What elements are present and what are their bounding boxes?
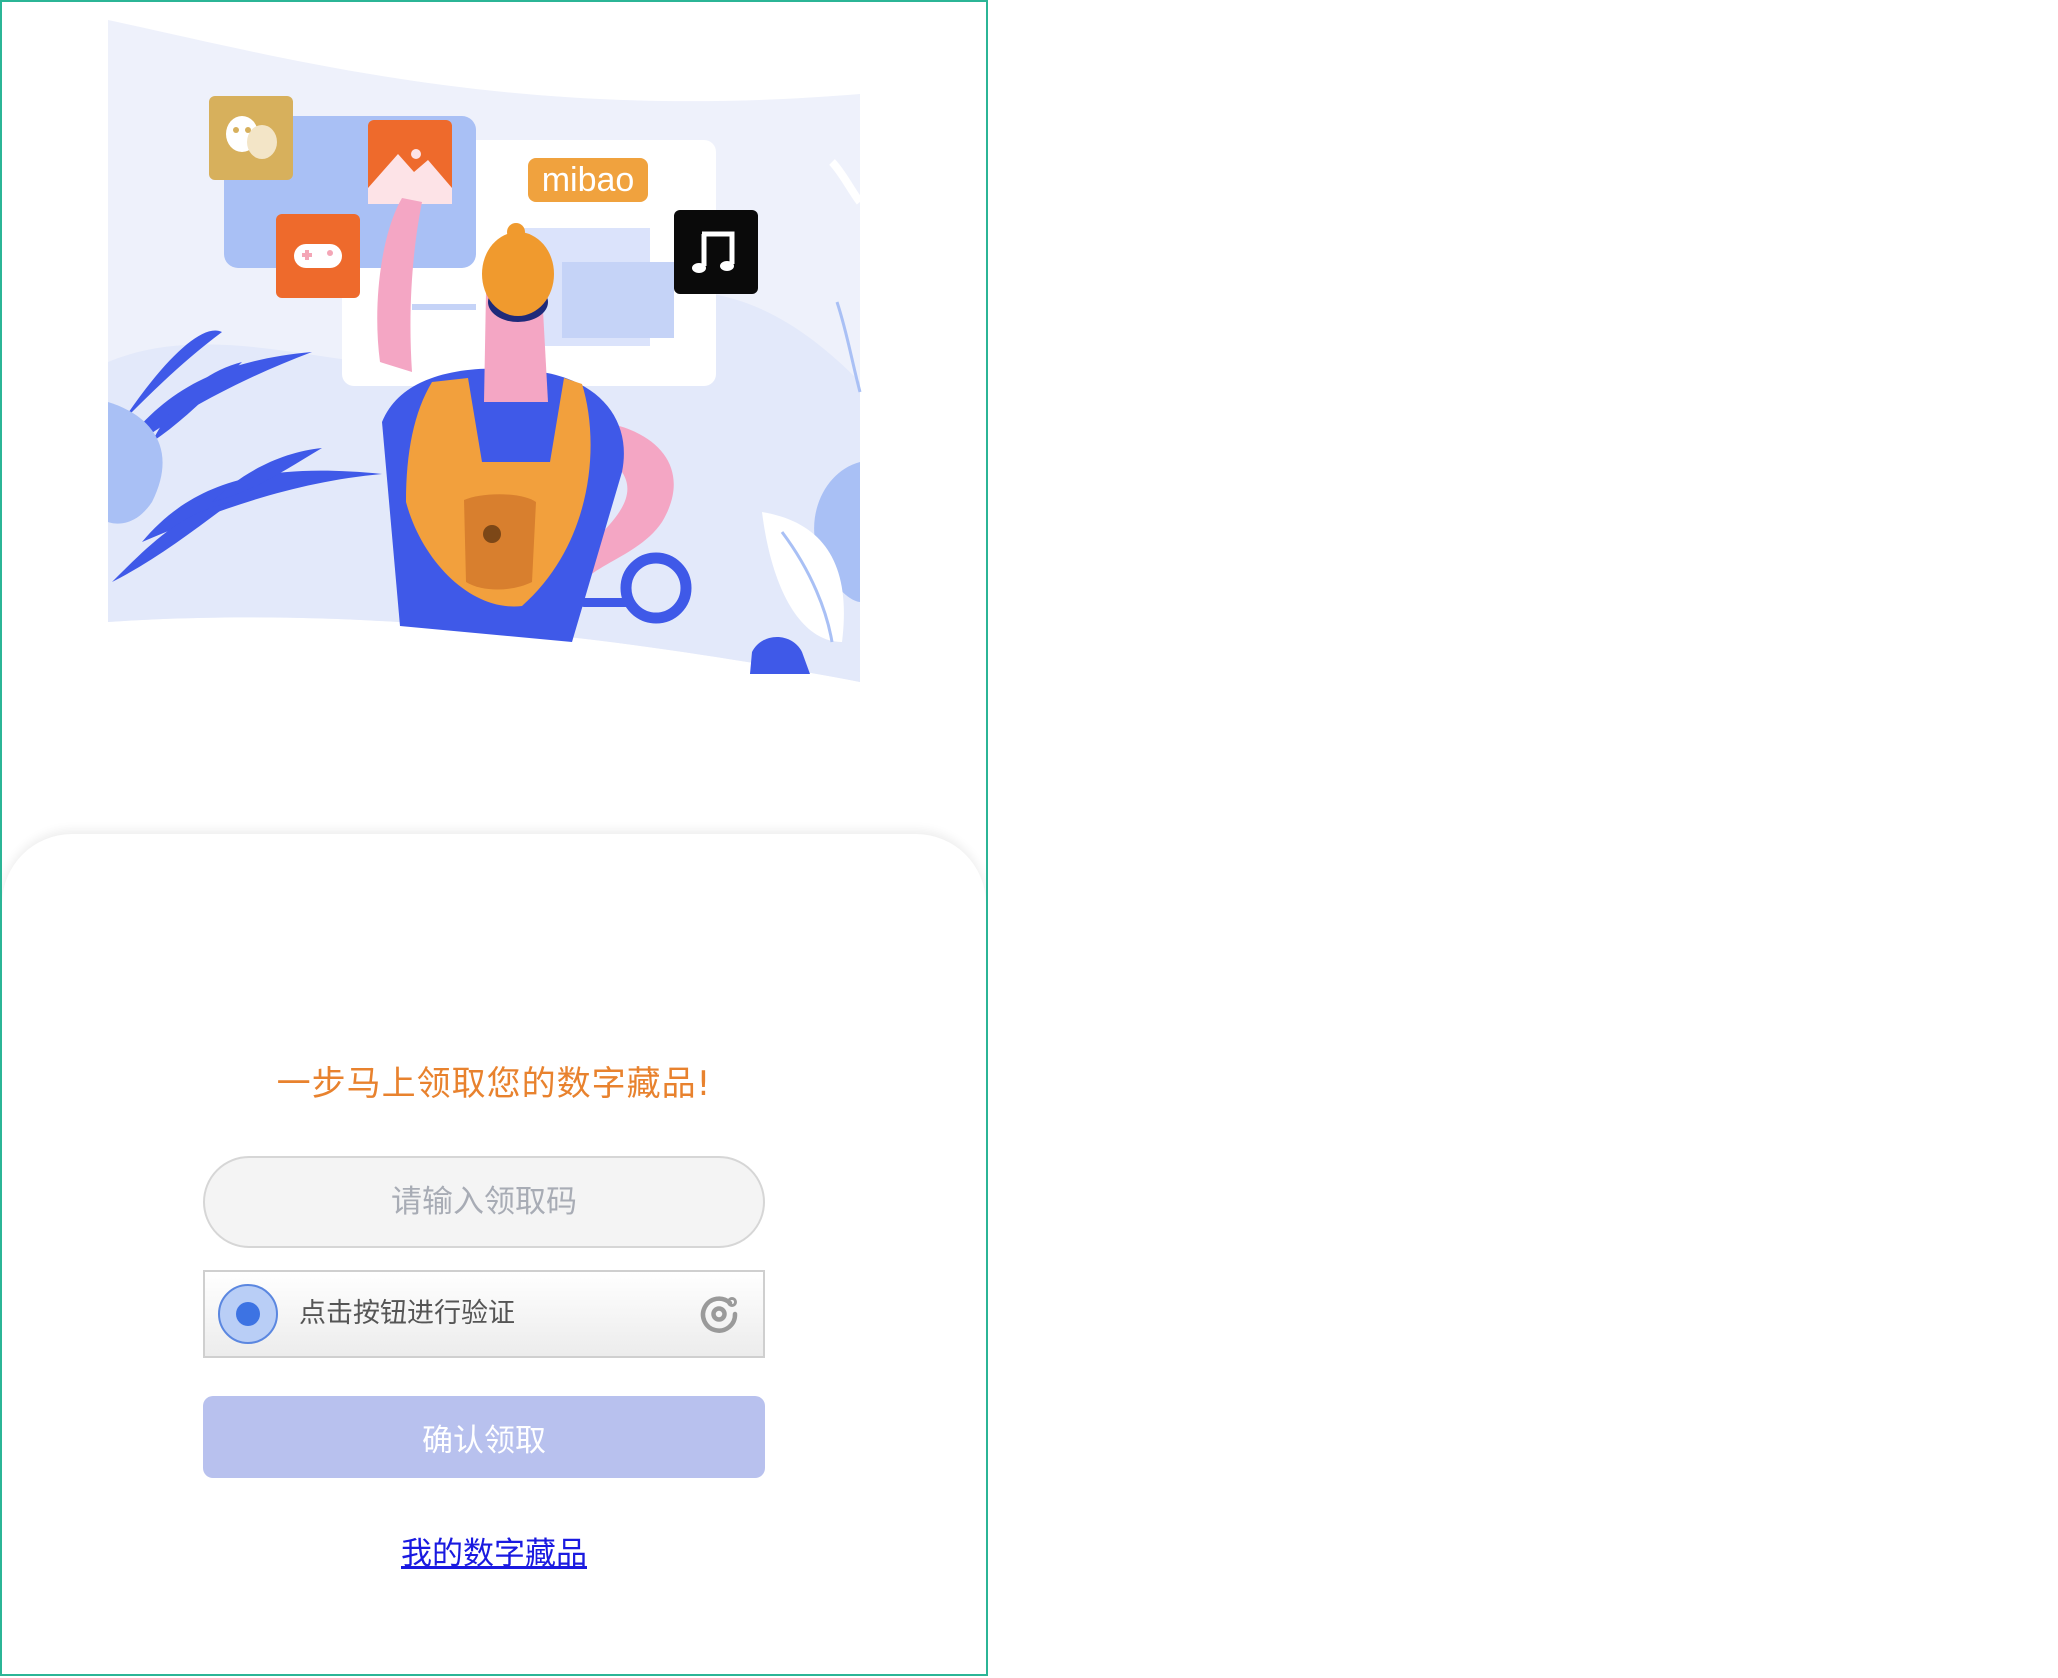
- music-note-icon: [674, 210, 758, 294]
- mibao-badge: mibao: [528, 158, 648, 202]
- refresh-icon[interactable]: [697, 1292, 741, 1336]
- claim-card: 一步马上领取您的数字藏品! 点击按钮进行验证 确认领取 我的数字藏品: [2, 834, 986, 1674]
- confirm-claim-button[interactable]: 确认领取: [203, 1396, 765, 1478]
- phone-screen: mibao 一步马上领取您的数字藏品! 请输入领取码 点击按钮进行验证 确认领取…: [0, 0, 988, 1676]
- theater-masks-icon: [209, 96, 293, 180]
- svg-text:mibao: mibao: [542, 161, 635, 199]
- captcha-dot-icon: [218, 1284, 278, 1344]
- claim-headline: 一步马上领取您的数字藏品!: [276, 1064, 712, 1104]
- hero-illustration: mibao: [2, 2, 986, 702]
- picture-icon: [368, 120, 452, 204]
- captcha-verify-button[interactable]: 点击按钮进行验证: [203, 1270, 765, 1358]
- gamepad-icon: [276, 214, 360, 298]
- my-collection-link[interactable]: 我的数字藏品: [2, 1528, 986, 1573]
- claim-code-input[interactable]: [203, 1156, 765, 1248]
- captcha-label: 点击按钮进行验证: [299, 1298, 515, 1329]
